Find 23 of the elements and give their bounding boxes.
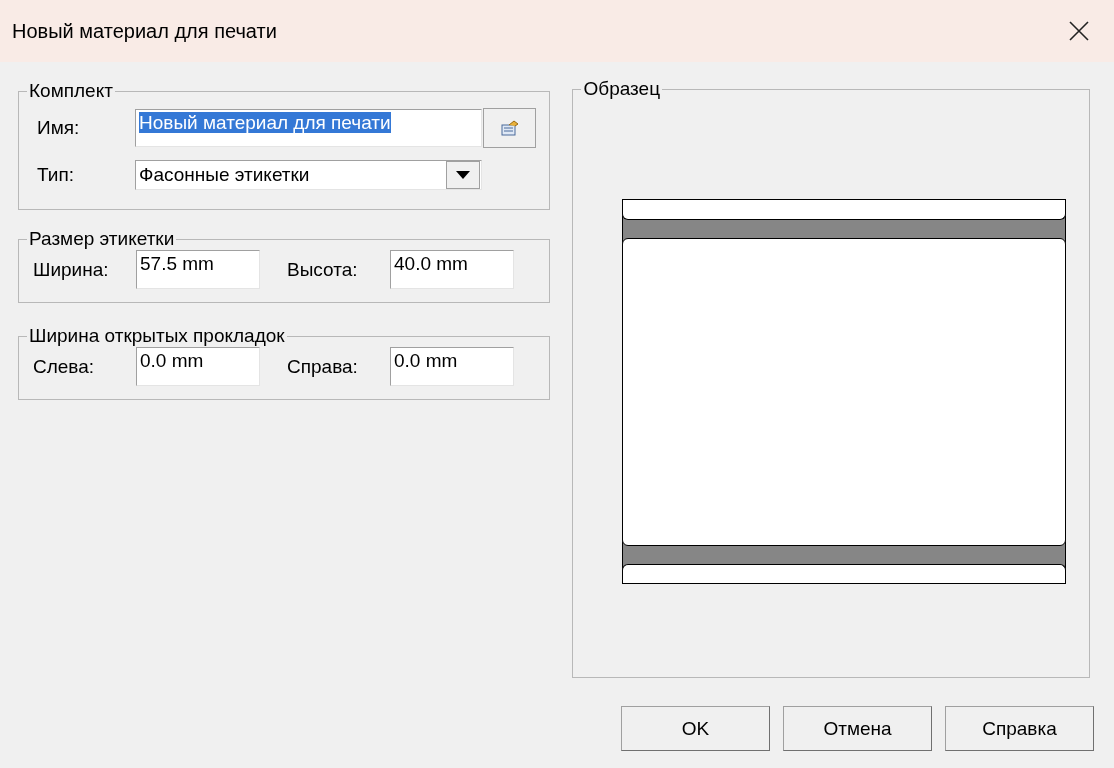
- input-field[interactable]: 40.0 mm: [390, 250, 514, 289]
- type-dropdown[interactable]: Фасонные этикетки: [135, 160, 482, 190]
- folder-icon: [500, 120, 519, 136]
- group-title: Размер этикетки: [28, 228, 176, 250]
- field-label: Высота:: [286, 258, 359, 281]
- field-label: Тип:: [36, 164, 75, 186]
- group-title: Комплект: [28, 80, 114, 102]
- window-title: Новый материал для печати: [12, 19, 277, 43]
- field-label: Справа:: [286, 355, 359, 378]
- input-field[interactable]: 0.0 mm: [136, 347, 260, 386]
- input-field[interactable]: 0.0 mm: [390, 347, 514, 386]
- group-title: Ширина открытых прокладок: [28, 325, 286, 347]
- dropdown-arrow-icon: [456, 171, 470, 179]
- dialog-button[interactable]: OK: [621, 706, 770, 751]
- dialog-button[interactable]: Отмена: [783, 706, 932, 751]
- group-title: Образец: [582, 78, 661, 100]
- field-label: Ширина:: [32, 258, 110, 281]
- dialog-button[interactable]: Справка: [945, 706, 1094, 751]
- input-field[interactable]: 57.5 mm: [136, 250, 260, 289]
- field-label: Слева:: [32, 355, 96, 378]
- field-label: Имя:: [36, 117, 81, 139]
- input-field[interactable]: Новый материал для печати: [135, 109, 482, 147]
- close-icon[interactable]: [1068, 20, 1090, 42]
